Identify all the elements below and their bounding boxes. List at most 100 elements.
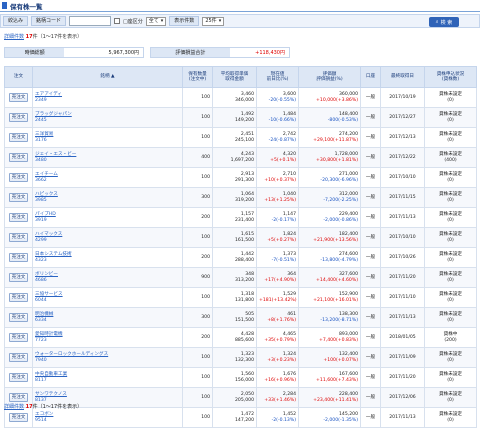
chevron-down-icon: ▾ <box>160 18 164 24</box>
sell-order-button[interactable]: 売注文 <box>8 92 29 103</box>
acquisition-cost: 288,400 <box>235 257 254 263</box>
sell-order-button[interactable]: 売注文 <box>8 332 29 343</box>
stock-code: 6334 <box>35 317 47 323</box>
result-count-bottom: 詳細件数 17件（1〜17件を表示） <box>4 403 82 410</box>
stock-cell: 明治機械 6334 <box>32 307 183 328</box>
sell-order-button[interactable]: 売注文 <box>8 392 29 403</box>
sell-order-button[interactable]: 売注文 <box>8 352 29 363</box>
avg-cost-cell: 2,050 205,000 <box>212 387 257 408</box>
refine-label: 絞込み <box>3 16 29 26</box>
sell-order-button[interactable]: 売注文 <box>8 372 29 383</box>
stock-code: 4686 <box>35 277 47 283</box>
stock-name-link[interactable]: 三協サービス <box>35 292 63 297</box>
stock-name-link[interactable]: エアアイディ <box>35 92 62 97</box>
lending-status-cell: 貸株未設定 (0) <box>424 247 477 268</box>
stock-name-link[interactable]: 中央自動車工業 <box>35 372 67 377</box>
stock-name-link[interactable]: ボリンビー <box>35 272 58 277</box>
detail-count-link[interactable]: 詳細件数 <box>4 34 24 40</box>
stock-name-link[interactable]: エコボン <box>35 412 53 417</box>
table-header-row: 注文 銘柄 ▲ 保有数量 (注文中) 平均取得単価 取得金額 現在値 前日比(%) 評価額… <box>4 66 477 88</box>
order-cell: 売注文 <box>4 247 33 268</box>
sell-order-button[interactable]: 売注文 <box>8 252 29 263</box>
account-type: 一般 <box>360 367 381 388</box>
stock-cell: 三協サービス 6044 <box>32 287 183 308</box>
stock-cell: エイチーム 3662 <box>32 167 183 188</box>
order-cell: 売注文 <box>4 107 33 128</box>
stock-name-link[interactable]: ブラッグジャパン <box>35 112 72 117</box>
account-type: 一般 <box>360 227 381 248</box>
current-price: 1,484 <box>282 112 296 117</box>
sell-order-button[interactable]: 売注文 <box>8 172 29 183</box>
stock-name-link[interactable]: エイチーム <box>35 172 58 177</box>
column-header-account: 口座 <box>360 66 381 88</box>
lending-qty: (0) <box>447 317 454 323</box>
quantity: 100 <box>182 287 213 308</box>
valuation: 360,000 <box>339 92 358 97</box>
price-cell: 2,284 +33(+1.46%) <box>256 387 299 408</box>
stock-name-link[interactable]: ハピックス <box>35 192 58 197</box>
account-select[interactable]: 全て ▾ <box>145 16 167 26</box>
valuation-cell: 274,200 +29,100(+11.87%) <box>298 127 361 148</box>
table-row: 売注文 ハピックス 3985 300 1,064 319,200 1,040 +13(+1.2… <box>4 187 477 208</box>
stock-name-link[interactable]: 明治機械 <box>35 312 53 317</box>
result-range: （1〜17件を表示） <box>37 404 83 410</box>
current-price: 364 <box>287 272 296 277</box>
stock-name-link[interactable]: 三洋貿易 <box>35 132 53 137</box>
valuation-pnl: +7,400(+0.83%) <box>318 337 358 343</box>
sell-order-button[interactable]: 売注文 <box>8 212 29 223</box>
count-select[interactable]: 25件 ▾ <box>202 16 225 26</box>
avg-price: 4,428 <box>240 332 254 337</box>
valuation: 229,400 <box>339 212 358 217</box>
stock-cell: 日本システム技術 4323 <box>32 247 183 268</box>
account-type: 一般 <box>360 247 381 268</box>
lending-status: 貸株未設定 <box>439 392 462 397</box>
stock-cell: ハイマックス 4299 <box>32 227 183 248</box>
stock-name-link[interactable]: 愛知時計電機 <box>35 332 63 337</box>
search-button[interactable]: ⌕ 検 索 <box>429 17 459 27</box>
last-acquired-date: 2017/12/06 <box>380 387 425 408</box>
sell-order-button[interactable]: 売注文 <box>8 132 29 143</box>
market-value: 5,967,300円 <box>64 48 143 57</box>
lending-qty: (0) <box>447 377 454 383</box>
avg-price: 3,460 <box>240 92 254 97</box>
lending-status-cell: 貸株未設定 (0) <box>424 267 477 288</box>
avg-cost-cell: 505 151,500 <box>212 307 257 328</box>
order-cell: 売注文 <box>4 407 33 428</box>
code-input[interactable] <box>69 16 112 26</box>
avg-cost-cell: 2,451 245,100 <box>212 127 257 148</box>
stock-code: 8117 <box>35 377 47 383</box>
sell-order-button[interactable]: 売注文 <box>8 412 29 423</box>
sell-order-button[interactable]: 売注文 <box>8 232 29 243</box>
sell-order-button[interactable]: 売注文 <box>8 312 29 323</box>
sell-order-button[interactable]: 売注文 <box>8 272 29 283</box>
table-row: 売注文 ウォーターロックホールディングス 7940 100 1,323 132,300 1,… <box>4 347 477 368</box>
stock-name-link[interactable]: ジェイ・エス・ビー <box>35 152 76 157</box>
sell-order-button[interactable]: 売注文 <box>8 192 29 203</box>
day-change: +13(+1.25%) <box>264 197 296 203</box>
stock-name-link[interactable]: 日本システム技術 <box>35 252 72 257</box>
stock-cell: 三洋貿易 3176 <box>32 127 183 148</box>
stock-code: 9514 <box>35 417 47 423</box>
table-row: 売注文 中央自動車工業 8117 100 1,560 156,000 1,676 +16(+0… <box>4 367 477 388</box>
sell-order-button[interactable]: 売注文 <box>8 112 29 123</box>
quantity: 300 <box>182 187 213 208</box>
stock-name-link[interactable]: ウォーターロックホールディングス <box>35 352 108 357</box>
sell-order-button[interactable]: 売注文 <box>8 292 29 303</box>
avg-cost-cell: 1,064 319,200 <box>212 187 257 208</box>
stock-name-link[interactable]: ハイマックス <box>35 232 62 237</box>
stock-name-link[interactable]: サンワテクノス <box>35 392 67 397</box>
price-cell: 4,320 +5(+0.1%) <box>256 147 299 168</box>
account-checkbox[interactable] <box>114 18 121 24</box>
stock-name-link[interactable]: パイプHD <box>35 212 56 217</box>
order-cell: 売注文 <box>4 267 33 288</box>
price-cell: 1,529 +181(+13.42%) <box>256 287 299 308</box>
account-type: 一般 <box>360 147 381 168</box>
valuation-pnl: +21,100(+16.01%) <box>313 297 358 303</box>
detail-count-link[interactable]: 詳細件数 <box>4 404 24 410</box>
valuation-cell: 152,900 +21,100(+16.01%) <box>298 287 361 308</box>
day-change: +33(+1.46%) <box>264 397 296 403</box>
column-header-stock[interactable]: 銘柄 ▲ <box>32 66 183 88</box>
page-title: 保有株一覧 <box>10 2 43 11</box>
avg-price: 1,615 <box>240 232 254 237</box>
sell-order-button[interactable]: 売注文 <box>8 152 29 163</box>
